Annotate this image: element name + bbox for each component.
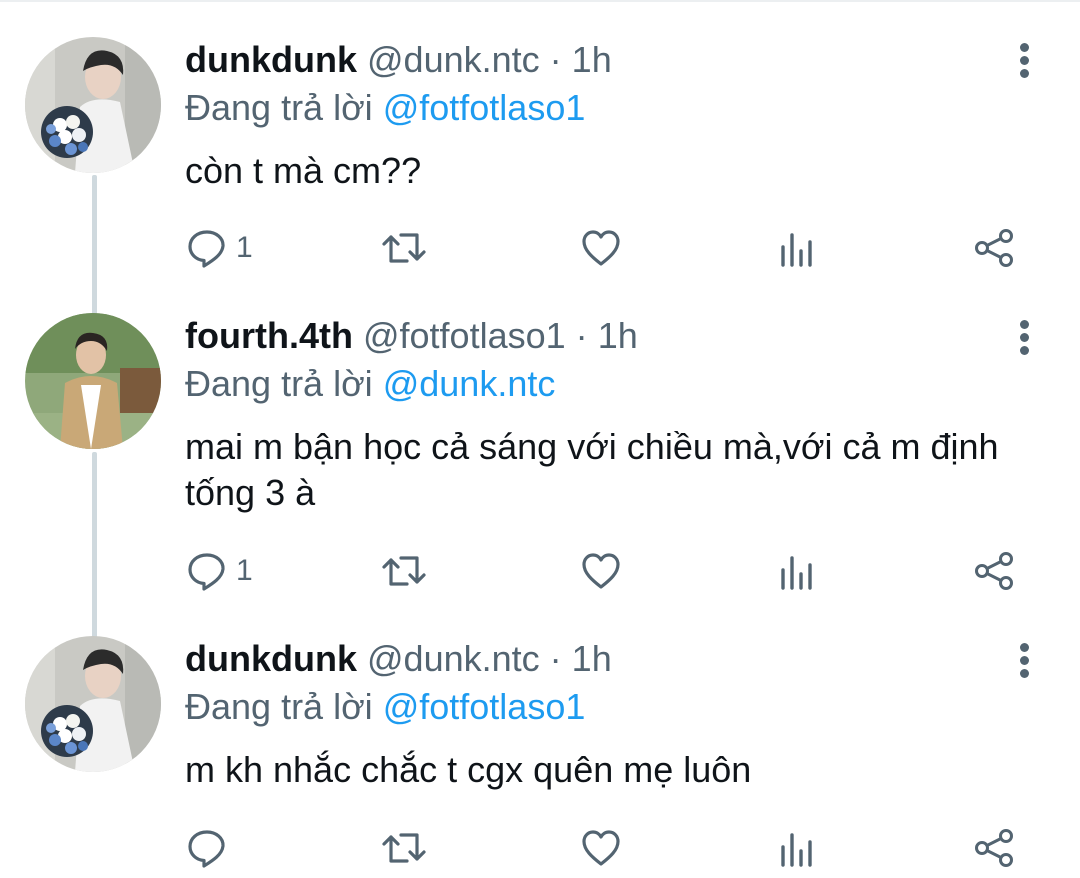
like-icon <box>580 827 622 869</box>
views-icon <box>777 227 817 269</box>
like-icon <box>580 550 622 592</box>
retweet-icon <box>381 550 427 592</box>
display-name[interactable]: dunkdunk <box>185 638 357 679</box>
tweet-header: dunkdunk @dunk.ntc · 1h <box>185 637 612 681</box>
share-button[interactable] <box>972 826 1016 870</box>
separator: · <box>549 638 562 679</box>
timestamp[interactable]: 1h <box>598 315 638 356</box>
more-icon[interactable] <box>1010 640 1040 680</box>
tweet-text: m kh nhắc chắc t cgx quên mẹ luôn <box>185 749 752 790</box>
avatar[interactable] <box>25 636 161 772</box>
user-handle[interactable]: @fotfotlaso1 <box>363 315 566 356</box>
share-icon <box>972 827 1016 869</box>
separator: · <box>549 39 562 80</box>
like-button[interactable] <box>580 549 622 593</box>
mention-link[interactable]: @fotfotlaso1 <box>383 87 586 128</box>
tweet-text: mai m bận học cả sáng với chiều mà,với c… <box>185 426 999 513</box>
reply-icon <box>186 827 228 869</box>
reply-icon <box>186 550 228 592</box>
tweet-header: fourth.4th @fotfotlaso1 · 1h <box>185 314 638 358</box>
replying-prefix: Đang trả lời <box>185 363 373 404</box>
more-icon[interactable] <box>1010 317 1040 357</box>
replying-prefix: Đang trả lời <box>185 686 373 727</box>
top-divider <box>0 0 1080 2</box>
timestamp[interactable]: 1h <box>572 39 612 80</box>
mention-link[interactable]: @fotfotlaso1 <box>383 686 586 727</box>
views-icon <box>777 827 817 869</box>
mention-link[interactable]: @dunk.ntc <box>383 363 556 404</box>
display-name[interactable]: fourth.4th <box>185 315 353 356</box>
reply-button[interactable] <box>186 826 228 870</box>
avatar[interactable] <box>25 37 161 173</box>
separator: · <box>575 315 588 356</box>
views-button[interactable] <box>777 226 817 270</box>
retweet-button[interactable] <box>381 226 427 270</box>
replying-to: Đang trả lời @fotfotlaso1 <box>185 685 585 729</box>
tweet-header: dunkdunk @dunk.ntc · 1h <box>185 38 612 82</box>
replying-to: Đang trả lời @fotfotlaso1 <box>185 86 585 130</box>
share-button[interactable] <box>972 226 1016 270</box>
views-button[interactable] <box>777 826 817 870</box>
retweet-button[interactable] <box>381 826 427 870</box>
action-bar: 1 <box>0 226 1080 270</box>
replying-prefix: Đang trả lời <box>185 87 373 128</box>
like-button[interactable] <box>580 826 622 870</box>
retweet-icon <box>381 227 427 269</box>
share-icon <box>972 227 1016 269</box>
retweet-icon <box>381 827 427 869</box>
reply-count: 1 <box>236 554 253 587</box>
timestamp[interactable]: 1h <box>572 638 612 679</box>
thread-line <box>92 452 97 638</box>
user-handle[interactable]: @dunk.ntc <box>367 638 540 679</box>
action-bar: 1 <box>0 549 1080 593</box>
views-icon <box>777 550 817 592</box>
share-icon <box>972 550 1016 592</box>
views-button[interactable] <box>777 549 817 593</box>
reply-count: 1 <box>236 231 253 264</box>
like-button[interactable] <box>580 226 622 270</box>
reply-button[interactable]: 1 <box>186 226 253 270</box>
display-name[interactable]: dunkdunk <box>185 39 357 80</box>
more-icon[interactable] <box>1010 40 1040 80</box>
user-handle[interactable]: @dunk.ntc <box>367 39 540 80</box>
tweet-text: còn t mà cm?? <box>185 150 422 191</box>
like-icon <box>580 227 622 269</box>
reply-button[interactable]: 1 <box>186 549 253 593</box>
reply-icon <box>186 227 228 269</box>
avatar[interactable] <box>25 313 161 449</box>
retweet-button[interactable] <box>381 549 427 593</box>
action-bar <box>0 826 1080 870</box>
replying-to: Đang trả lời @dunk.ntc <box>185 362 555 406</box>
share-button[interactable] <box>972 549 1016 593</box>
